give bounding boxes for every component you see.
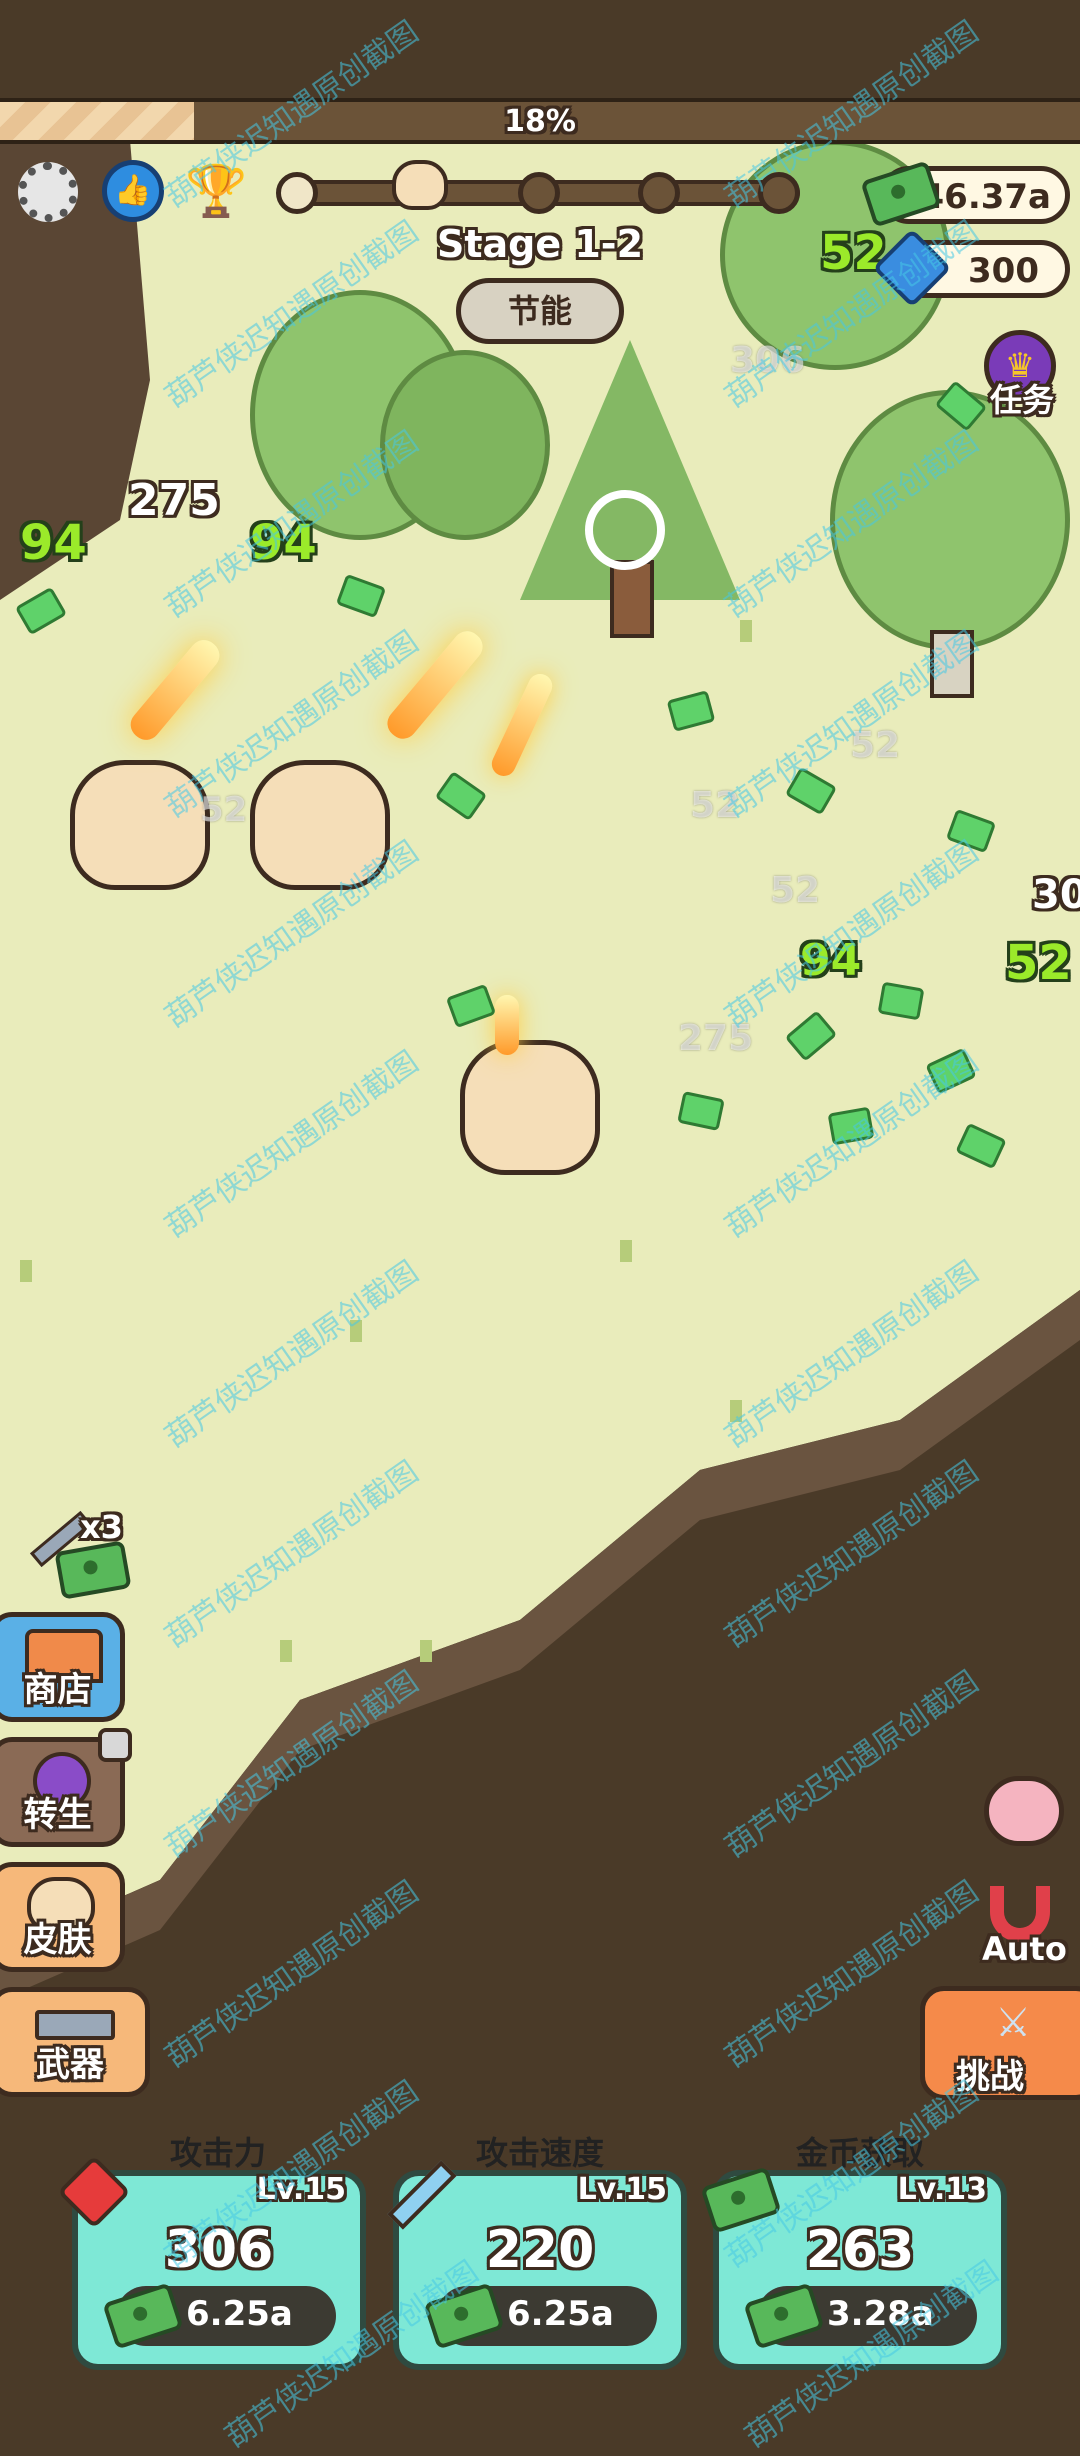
upgrade-card-speed[interactable]: Lv.15 220 6.25a [393,2170,687,2370]
trophy-icon[interactable]: 🏆 [185,162,247,220]
cat-head-icon [392,160,448,210]
tree-trunk [930,630,974,698]
weapon-label: 武器 [36,2045,104,2085]
damage-number: 306 [730,340,806,381]
coin-number: 52 [200,790,248,830]
upgrade-value: 220 [485,2220,595,2280]
crossed-swords-icon: ⚔ [995,2000,1031,2046]
stage-node [638,172,680,214]
shop-button[interactable]: 商店 [0,1612,125,1722]
coin-number: 52 [690,785,741,826]
cat-shooter [70,760,210,890]
damage-number: 275 [128,475,220,526]
settings-gear-icon[interactable] [18,162,78,222]
upgrade-cost: 6.25a [507,2294,614,2334]
upgrade-value: 263 [805,2220,915,2280]
upgrade-cost: 3.28a [827,2294,934,2334]
cat-shooter [460,1040,600,1175]
stage-title: Stage 1-2 [436,222,644,266]
stage-progress-label: 18% [504,104,576,139]
target-reticle-icon [585,490,665,570]
coin-number: 94 [20,515,87,571]
currency-value: 46.37a [920,177,1052,217]
auto-collect-label[interactable]: Auto [982,1930,1067,1968]
pistol-icon [35,2010,115,2040]
bullet-trail [495,995,519,1055]
upgrade-title-speed: 攻击速度 [476,2134,605,2172]
lock-icon [98,1728,132,1762]
upgrade-title-gold: 金币获取 [796,2134,925,2172]
energy-save-button[interactable]: 节能 [456,278,624,344]
upgrade-cost: 6.25a [186,2294,293,2334]
rebirth-label: 转生 [23,1795,92,1835]
challenge-button[interactable]: ⚔ 挑战 [920,1986,1080,2100]
coin-number: 52 [1005,935,1072,991]
gem-value: 300 [968,251,1039,291]
damage-number: 275 [678,1018,754,1059]
quest-label[interactable]: 任务 [990,375,1054,421]
thumbs-up-icon[interactable]: 👍 [102,160,164,222]
piggy-bank-icon[interactable] [984,1776,1064,1846]
tree-trunk [610,560,654,638]
stage-node-current [276,172,318,214]
shop-label: 商店 [23,1670,92,1710]
upgrade-value: 306 [164,2220,274,2280]
stage-node-boss [758,172,800,214]
stage-progress-bar: 18% [0,98,1080,144]
stage-node [518,172,560,214]
upgrade-level: Lv.15 [577,2172,667,2207]
attack-bonus-multiplier: x3 [80,1508,123,1546]
challenge-label: 挑战 [956,2057,1024,2097]
skin-button[interactable]: 皮肤 [0,1862,125,1972]
upgrade-level: Lv.15 [256,2172,346,2207]
upgrade-title-attack: 攻击力 [170,2134,267,2172]
upgrade-level: Lv.13 [897,2172,987,2207]
damage-number: 30 [1032,872,1080,918]
coin-number: 94 [250,515,317,571]
weapon-button[interactable]: 武器 [0,1987,150,2097]
coin-number: 52 [850,725,901,766]
tree [830,390,1070,650]
coin-number: 52 [770,870,821,911]
cat-shooter [250,760,390,890]
coin-number: 94 [800,935,862,986]
skin-label: 皮肤 [23,1920,92,1960]
